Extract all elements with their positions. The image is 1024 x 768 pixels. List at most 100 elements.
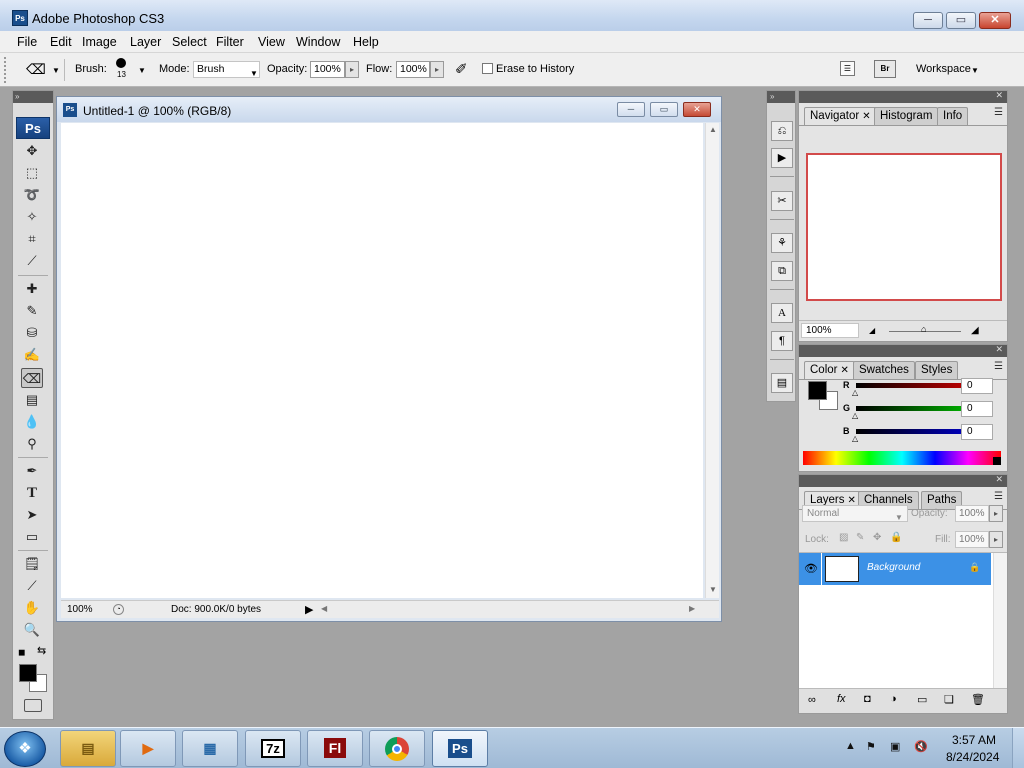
new-group-icon[interactable]: ▭	[917, 693, 927, 706]
clone-source-panel-icon[interactable]: ⧉	[771, 261, 793, 281]
path-selection-tool-icon[interactable]: ➤	[21, 505, 43, 525]
network-icon[interactable]: ▣	[890, 740, 900, 753]
zoom-slider-thumb[interactable]: ⌂	[921, 324, 926, 334]
mode-select[interactable]: Brush ▼	[193, 61, 260, 78]
seven-zip-taskbar-icon[interactable]: 7z	[245, 730, 301, 767]
pen-tool-icon[interactable]: ✒	[21, 461, 43, 481]
green-slider-thumb[interactable]: △	[852, 411, 858, 420]
fill-slider-toggle[interactable]: ▸	[989, 531, 1003, 548]
new-layer-icon[interactable]: ❏	[944, 693, 954, 706]
layer-comps-panel-icon[interactable]: ▤	[771, 373, 793, 393]
rectangle-tool-icon[interactable]: ▭	[21, 527, 43, 547]
lock-image-icon[interactable]: ✎	[856, 532, 864, 543]
red-value-input[interactable]: 0	[961, 378, 993, 394]
notes-tool-icon[interactable]: 🗒	[21, 554, 43, 574]
color-spectrum-bar[interactable]	[803, 451, 1001, 465]
document-close-button[interactable]: ✕	[683, 102, 711, 117]
tab-color[interactable]: Color ✕	[804, 361, 855, 379]
blue-slider-thumb[interactable]: △	[852, 434, 858, 443]
panel-close-icon[interactable]: ✕	[995, 344, 1003, 355]
status-menu-arrow-icon[interactable]: ▶	[305, 603, 313, 616]
show-hidden-icons[interactable]: ▲	[845, 740, 856, 752]
actions-panel-icon[interactable]: ▶	[771, 148, 793, 168]
layer-thumbnail[interactable]	[825, 556, 859, 582]
menu-window[interactable]: Window	[296, 35, 340, 49]
flash-taskbar-icon[interactable]: Fl	[307, 730, 363, 767]
blue-value-input[interactable]: 0	[961, 424, 993, 440]
tab-styles[interactable]: Styles	[915, 361, 959, 379]
eraser-tool-icon[interactable]: ⌫	[21, 368, 43, 388]
document-minimize-button[interactable]: ─	[617, 102, 645, 117]
document-maximize-button[interactable]: ▭	[650, 102, 678, 117]
tab-info[interactable]: Info	[937, 107, 969, 125]
tab-close-icon[interactable]: ✕	[840, 365, 848, 376]
start-button[interactable]: ❖	[4, 731, 46, 767]
panel-header[interactable]: ✕	[799, 474, 1007, 487]
photoshop-logo[interactable]: Ps	[16, 117, 50, 139]
layer-name[interactable]: Background	[867, 562, 920, 573]
clock-time[interactable]: 3:57 AM	[952, 733, 996, 747]
zoom-in-icon[interactable]: ◢	[971, 325, 979, 336]
slice-tool-icon[interactable]: ⟋	[21, 251, 43, 271]
dock-collapse-button[interactable]: »	[767, 91, 795, 103]
brushes-panel-icon[interactable]: ⚘	[771, 233, 793, 253]
scroll-down-icon[interactable]: ▼	[709, 585, 717, 594]
menu-filter[interactable]: Filter	[216, 35, 244, 49]
media-player-taskbar-icon[interactable]: ▶	[120, 730, 176, 767]
type-tool-icon[interactable]: T	[21, 483, 43, 503]
clock-date[interactable]: 8/24/2024	[946, 750, 999, 764]
panel-header[interactable]: ✕	[799, 344, 1007, 357]
toolbox-collapse-button[interactable]: »	[13, 91, 53, 103]
menu-image[interactable]: Image	[82, 35, 117, 49]
tab-close-icon[interactable]: ✕	[862, 111, 870, 122]
brush-tool-icon[interactable]: ✎	[21, 301, 43, 321]
gradient-tool-icon[interactable]: ▤	[21, 390, 43, 410]
brush-tip-icon[interactable]	[116, 58, 126, 68]
switch-colors-icon[interactable]: ⇆	[37, 644, 46, 657]
default-colors-icon[interactable]: ◼	[18, 647, 25, 658]
paragraph-panel-icon[interactable]: ¶	[771, 331, 793, 351]
chrome-taskbar-icon[interactable]	[369, 730, 425, 767]
layer-mask-icon[interactable]: ◘	[864, 693, 871, 705]
quick-mask-icon[interactable]	[24, 699, 42, 712]
layer-style-icon[interactable]: fx	[837, 693, 846, 705]
panel-menu-icon[interactable]: ☰	[994, 107, 1003, 118]
maximize-button[interactable]: ▭	[946, 12, 976, 29]
tab-swatches[interactable]: Swatches	[853, 361, 915, 379]
character-panel-icon[interactable]: A	[771, 303, 793, 323]
scroll-up-icon[interactable]: ▲	[709, 125, 717, 134]
hand-tool-icon[interactable]: ✋	[21, 598, 43, 618]
magic-wand-tool-icon[interactable]: ✧	[21, 207, 43, 227]
layer-opacity-input[interactable]: 100%	[955, 505, 989, 522]
foreground-color-swatch[interactable]	[19, 664, 37, 682]
fill-input[interactable]: 100%	[955, 531, 989, 548]
layer-opacity-slider-toggle[interactable]: ▸	[989, 505, 1003, 522]
photoshop-taskbar-icon[interactable]: Ps	[432, 730, 488, 767]
navigator-zoom-input[interactable]: 100%	[801, 323, 859, 338]
green-value-input[interactable]: 0	[961, 401, 993, 417]
tool-presets-panel-icon[interactable]: ✂	[771, 191, 793, 211]
brush-dropdown-icon[interactable]: ▼	[138, 66, 146, 75]
volume-muted-icon[interactable]: 🔇	[914, 740, 928, 753]
file-explorer-taskbar-icon[interactable]: ▤	[60, 730, 116, 767]
eyedropper-tool-icon[interactable]: ⟋	[21, 576, 43, 596]
panel-close-icon[interactable]: ✕	[995, 90, 1003, 101]
tab-histogram[interactable]: Histogram	[874, 107, 939, 125]
flow-slider-toggle[interactable]: ▸	[430, 61, 444, 78]
layers-scrollbar[interactable]	[993, 553, 1007, 695]
minimize-button[interactable]: ─	[913, 12, 943, 29]
workspace-dropdown-icon[interactable]: ▼	[971, 66, 979, 75]
panel-header[interactable]: ✕	[799, 90, 1007, 103]
adjustment-layer-icon[interactable]: ◑	[890, 693, 897, 705]
lock-all-icon[interactable]: 🔒	[890, 532, 902, 543]
black-swatch[interactable]	[993, 457, 1001, 465]
bridge-icon[interactable]: Br	[874, 60, 896, 78]
healing-brush-tool-icon[interactable]: ✚	[21, 279, 43, 299]
history-panel-icon[interactable]: ⎌	[771, 121, 793, 141]
zoom-tool-icon[interactable]: 🔍	[21, 620, 43, 640]
control-panel-taskbar-icon[interactable]: ▦	[182, 730, 238, 767]
scroll-right-icon[interactable]: ▶	[689, 604, 695, 613]
link-layers-icon[interactable]: ∞	[808, 694, 816, 706]
menu-select[interactable]: Select	[172, 35, 207, 49]
marquee-tool-icon[interactable]: ⬚	[21, 163, 43, 183]
